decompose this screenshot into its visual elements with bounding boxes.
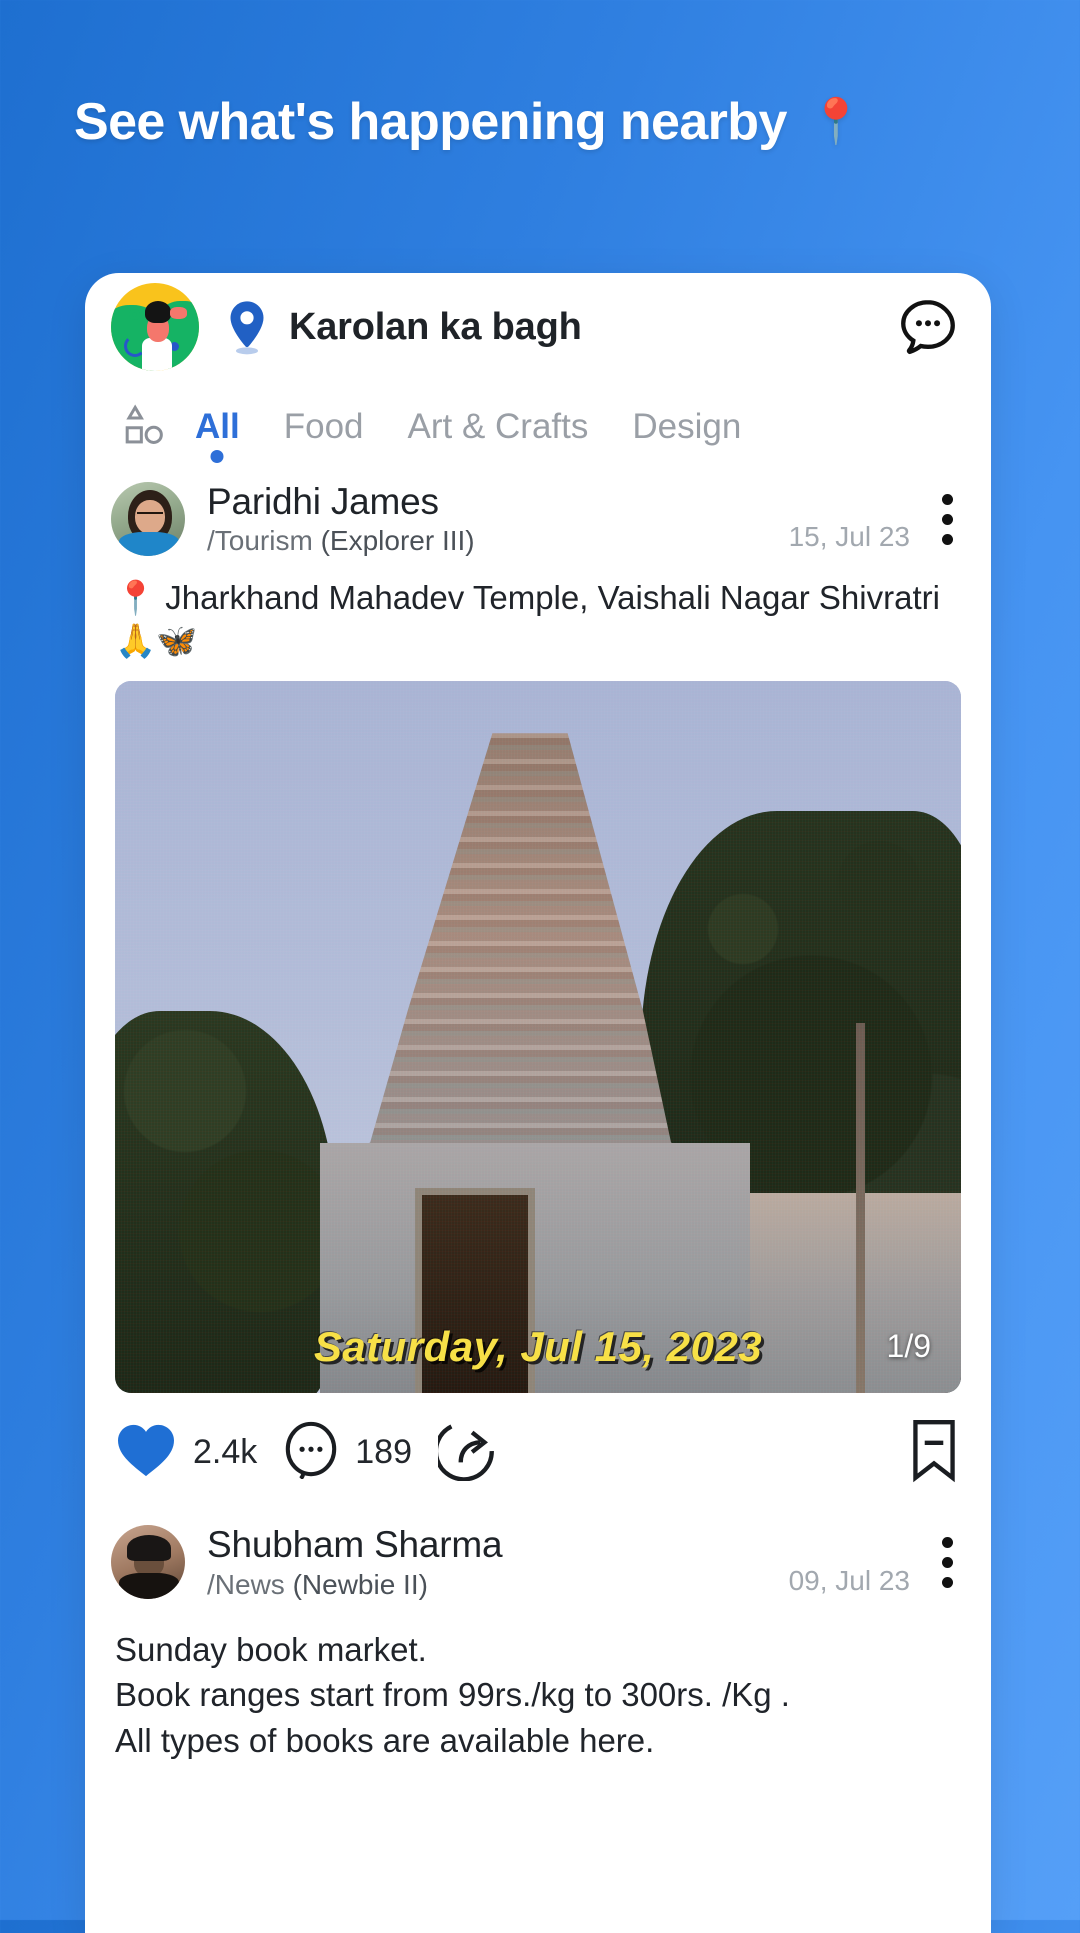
photo-date-stamp: Saturday, Jul 15, 2023 <box>313 1323 763 1371</box>
post-community-handle[interactable]: /News <box>207 1569 285 1600</box>
shapes-filter-icon[interactable] <box>115 403 173 467</box>
comment-count: 189 <box>355 1433 412 1472</box>
post-header: Shubham Sharma /News (Newbie II) 09, Jul… <box>85 1510 991 1606</box>
post-author-rank: (Newbie II) <box>292 1568 428 1600</box>
post-photo[interactable]: Saturday, Jul 15, 2023 1/9 <box>115 681 961 1394</box>
tab-label: Food <box>283 407 364 446</box>
tab-label: All <box>195 407 240 446</box>
post-author-meta: /News (Newbie II) <box>207 1569 502 1601</box>
comment-action[interactable]: 189 <box>283 1421 412 1484</box>
tab-art-and-crafts[interactable]: Art & Crafts <box>386 407 611 467</box>
tab-all[interactable]: All <box>173 407 262 467</box>
post-date: 15, Jul 23 <box>788 521 910 553</box>
photo-page-counter: 1/9 <box>886 1328 931 1365</box>
location-title: Karolan ka bagh <box>289 305 582 348</box>
feed-post: Paridhi James /Tourism (Explorer III) 15… <box>85 467 991 1510</box>
comment-bubble-icon[interactable] <box>283 1421 339 1484</box>
like-action[interactable]: 2.4k <box>115 1422 257 1483</box>
heart-filled-icon[interactable] <box>115 1422 177 1483</box>
feed-post: Shubham Sharma /News (Newbie II) 09, Jul… <box>85 1510 991 1763</box>
tab-label: Art & Crafts <box>407 407 589 446</box>
active-tab-indicator <box>210 450 224 463</box>
illustrated-person-avatar[interactable] <box>111 283 199 371</box>
post-body-line: Book ranges start from 99rs./kg to 300rs… <box>115 1676 790 1714</box>
save-action[interactable] <box>907 1417 961 1488</box>
category-tabs: All Food Art & Crafts Design <box>85 381 991 467</box>
post-action-bar: 2.4k 189 <box>85 1393 991 1510</box>
tab-design[interactable]: Design <box>610 407 763 467</box>
post-author-meta: /Tourism (Explorer III) <box>207 525 475 557</box>
chat-bubble-dots-icon[interactable] <box>895 294 961 360</box>
photo-grain-overlay <box>115 681 961 1394</box>
user-avatar[interactable] <box>111 482 185 557</box>
tab-food[interactable]: Food <box>262 407 386 467</box>
post-header: Paridhi James /Tourism (Explorer III) 15… <box>85 467 991 563</box>
round-pushpin-icon: 📍 <box>808 97 864 146</box>
post-caption: 📍 Jharkhand Mahadev Temple, Vaishali Nag… <box>115 579 940 660</box>
app-preview-card: Karolan ka bagh All Food Art & Crafts De… <box>85 273 991 1933</box>
post-menu-icon[interactable] <box>934 1533 961 1592</box>
user-avatar[interactable] <box>111 1525 185 1600</box>
share-arrow-icon[interactable] <box>433 1419 500 1486</box>
headline-text: See what's happening nearby <box>74 93 787 151</box>
post-body-line: Sunday book market. <box>115 1630 427 1668</box>
map-pin-icon <box>225 299 269 355</box>
bookmark-minus-icon[interactable] <box>907 1417 961 1488</box>
post-body: Sunday book market. Book ranges start fr… <box>85 1607 991 1764</box>
post-author-name[interactable]: Shubham Sharma <box>207 1524 503 1565</box>
post-author-rank: (Explorer III) <box>320 525 475 557</box>
post-date: 09, Jul 23 <box>788 1564 910 1596</box>
post-body-line: All types of books are available here. <box>115 1721 655 1759</box>
location-header: Karolan ka bagh <box>85 273 991 381</box>
tab-label: Design <box>632 407 742 446</box>
post-menu-icon[interactable] <box>934 490 961 549</box>
post-community-handle[interactable]: /Tourism <box>207 525 313 556</box>
page-headline: See what's happening nearby 📍 <box>74 92 994 152</box>
post-author-name[interactable]: Paridhi James <box>207 481 475 522</box>
share-action[interactable] <box>433 1419 500 1486</box>
like-count: 2.4k <box>193 1433 258 1472</box>
